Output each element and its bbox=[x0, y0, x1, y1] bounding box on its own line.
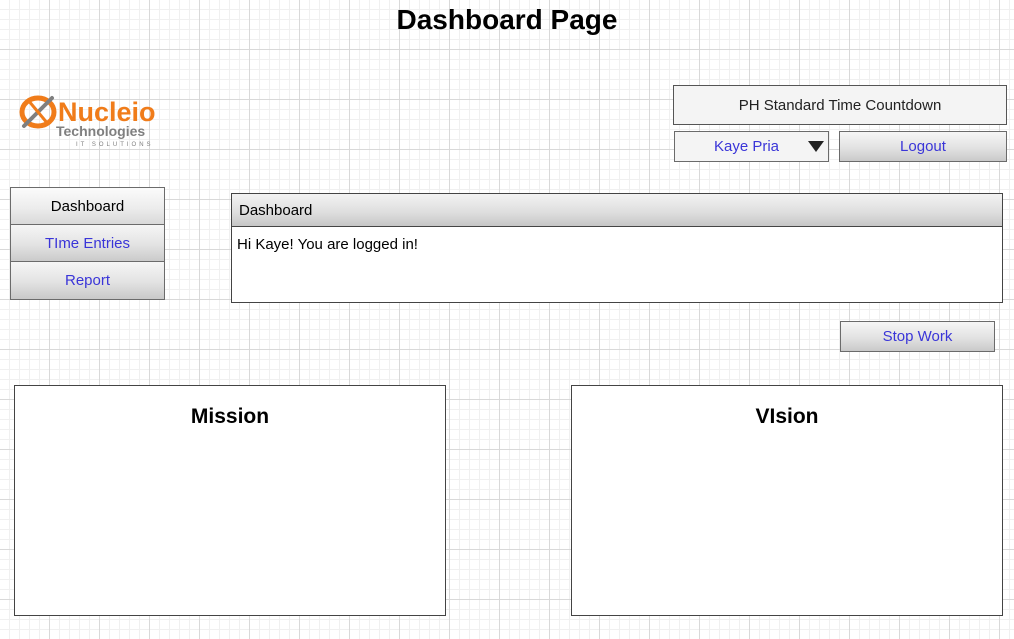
countdown-label: PH Standard Time Countdown bbox=[738, 96, 942, 114]
dashboard-panel-header: Dashboard bbox=[232, 194, 1002, 227]
vision-title: VIsion bbox=[755, 405, 819, 428]
stop-work-button[interactable]: Stop Work bbox=[840, 321, 995, 352]
stop-work-label: Stop Work bbox=[882, 328, 953, 345]
logo-tagline-text: IT SOLUTIONS bbox=[76, 142, 154, 148]
mission-box: Mission bbox=[14, 385, 446, 616]
page-title: Dashboard Page bbox=[396, 4, 618, 35]
dashboard-panel: Dashboard Hi Kaye! You are logged in! bbox=[231, 193, 1003, 303]
logo-swirl-icon bbox=[19, 95, 57, 129]
sidebar-item-label: Report bbox=[64, 271, 111, 289]
welcome-message: Hi Kaye! You are logged in! bbox=[237, 236, 418, 253]
sidebar: Dashboard TIme Entries Report bbox=[10, 187, 165, 300]
logo-subtitle-text: Technologies bbox=[56, 123, 145, 139]
vision-box: VIsion bbox=[571, 385, 1003, 616]
sidebar-item-label: TIme Entries bbox=[44, 234, 131, 252]
sidebar-item-label: Dashboard bbox=[50, 197, 125, 215]
chevron-down-icon bbox=[808, 141, 824, 152]
sidebar-item-dashboard[interactable]: Dashboard bbox=[10, 187, 165, 226]
logout-label: Logout bbox=[900, 138, 946, 155]
user-dropdown[interactable]: Kaye Pria bbox=[674, 131, 829, 162]
logout-button[interactable]: Logout bbox=[839, 131, 1007, 162]
time-countdown: PH Standard Time Countdown bbox=[673, 85, 1007, 125]
company-logo: Nucleio Technologies IT SOLUTIONS bbox=[18, 90, 178, 154]
sidebar-item-time-entries[interactable]: TIme Entries bbox=[10, 224, 165, 263]
mission-title: Mission bbox=[190, 405, 270, 428]
sidebar-item-report[interactable]: Report bbox=[10, 261, 165, 300]
user-name: Kaye Pria bbox=[713, 138, 780, 155]
